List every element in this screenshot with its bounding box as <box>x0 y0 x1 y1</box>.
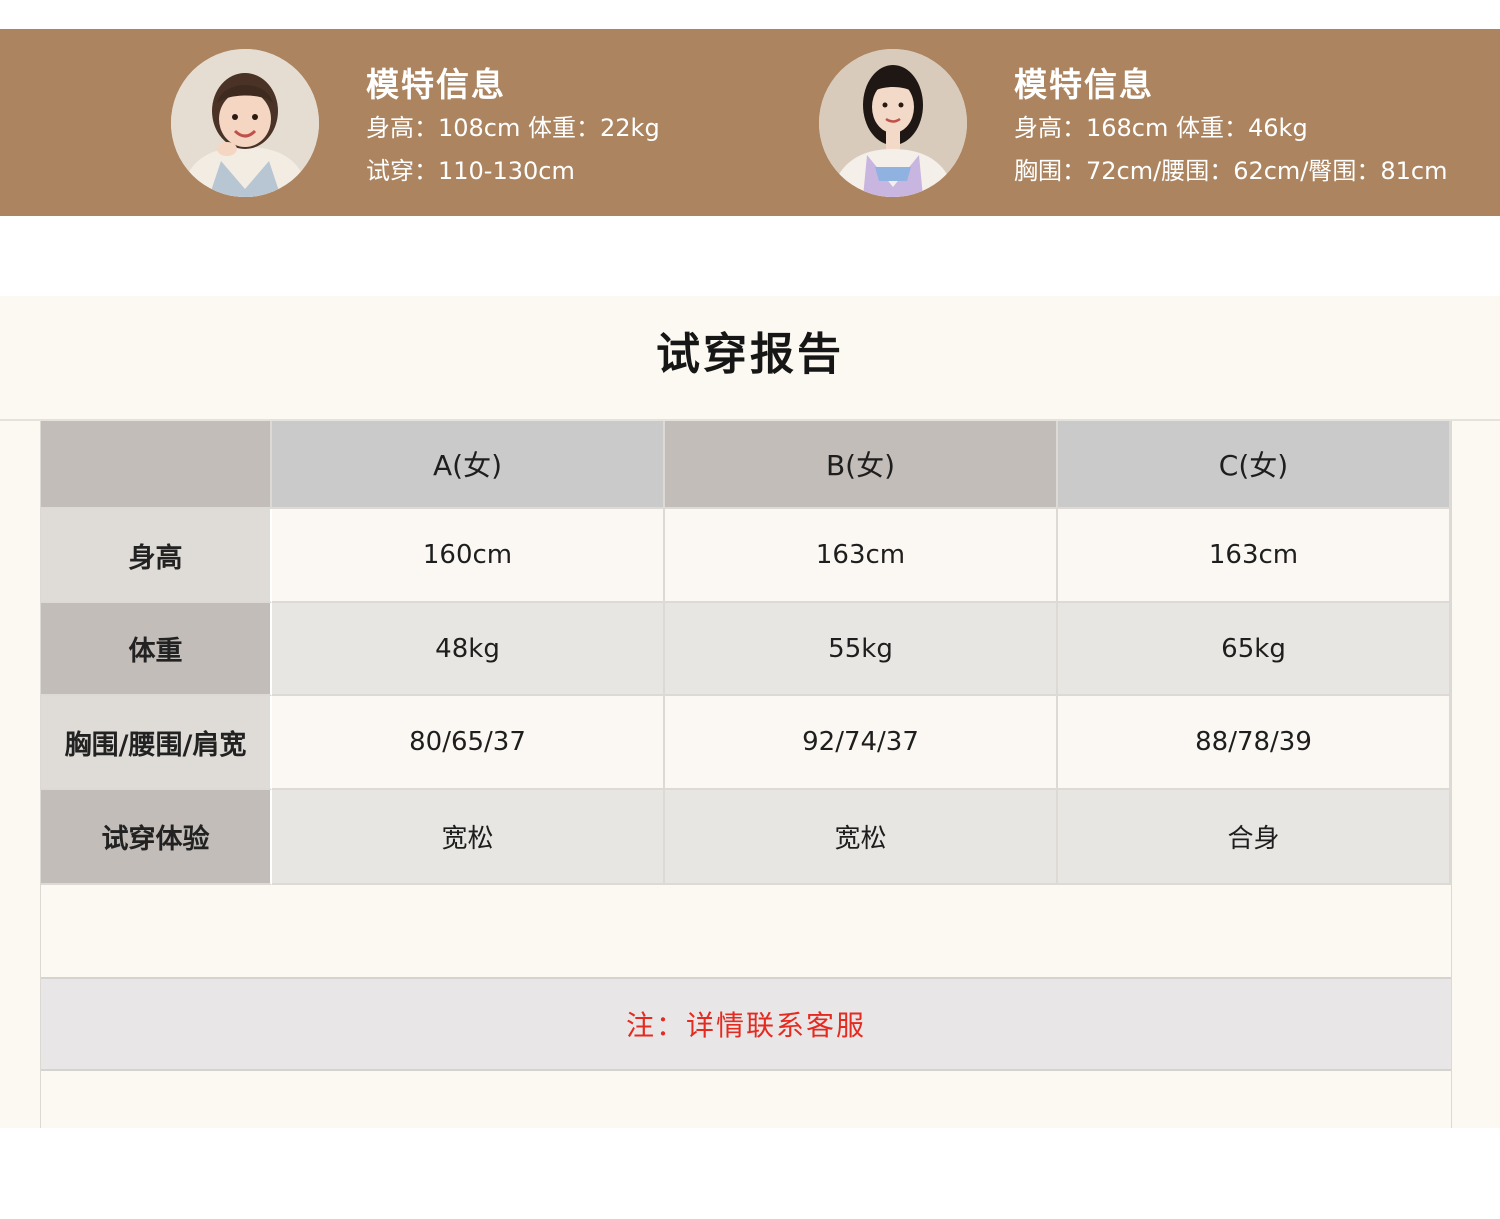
model-measurements: 身高：108cm 体重：22kg <box>366 114 660 142</box>
model-title: 模特信息 <box>366 65 506 104</box>
table-cell-b: 163cm <box>665 509 1058 603</box>
note-text: 注：详情联系客服 <box>625 1009 866 1042</box>
table-cell-b: 55kg <box>665 603 1058 696</box>
table-cell-a: 宽松 <box>272 790 665 885</box>
table-spacer-row <box>41 885 1451 977</box>
column-header-a: A(女) <box>272 421 665 509</box>
row-label: 体重 <box>41 603 272 696</box>
table-cell-c: 65kg <box>1058 603 1451 696</box>
model-measurements: 身高：168cm 体重：46kg <box>1014 114 1308 142</box>
table-cell-a: 80/65/37 <box>272 696 665 790</box>
model-info-text: 模特信息 身高：108cm 体重：22kg 试穿：110-130cm <box>366 63 660 193</box>
note-row: 注：详情联系客服 <box>41 977 1451 1071</box>
table-cell-b: 宽松 <box>665 790 1058 885</box>
report-title: 试穿报告 <box>656 329 844 380</box>
model-info-banner: 模特信息 身高：108cm 体重：22kg 试穿：110-130cm 模特信息 … <box>0 29 1500 216</box>
page: 模特信息 身高：108cm 体重：22kg 试穿：110-130cm 模特信息 … <box>0 0 1500 1219</box>
table-cell-c: 88/78/39 <box>1058 696 1451 790</box>
child-model-avatar <box>171 49 319 197</box>
table-cell-a: 48kg <box>272 603 665 696</box>
table-cell-c: 163cm <box>1058 509 1451 603</box>
model-body-measurements: 胸围：72cm/腰围：62cm/臀围：81cm <box>1014 157 1448 185</box>
column-header-corner <box>41 421 272 509</box>
model-title: 模特信息 <box>1014 65 1154 104</box>
column-header-c: C(女) <box>1058 421 1451 509</box>
adult-model-avatar <box>819 49 967 197</box>
row-label: 胸围/腰围/肩宽 <box>41 696 272 790</box>
row-label: 身高 <box>41 509 272 603</box>
model-fit-size: 试穿：110-130cm <box>366 157 575 185</box>
table-cell-a: 160cm <box>272 509 665 603</box>
table-cell-c: 合身 <box>1058 790 1451 885</box>
model-info-text: 模特信息 身高：168cm 体重：46kg 胸围：72cm/腰围：62cm/臀围… <box>1014 63 1448 193</box>
row-label: 试穿体验 <box>41 790 272 885</box>
column-header-b: B(女) <box>665 421 1058 509</box>
table-cell-b: 92/74/37 <box>665 696 1058 790</box>
